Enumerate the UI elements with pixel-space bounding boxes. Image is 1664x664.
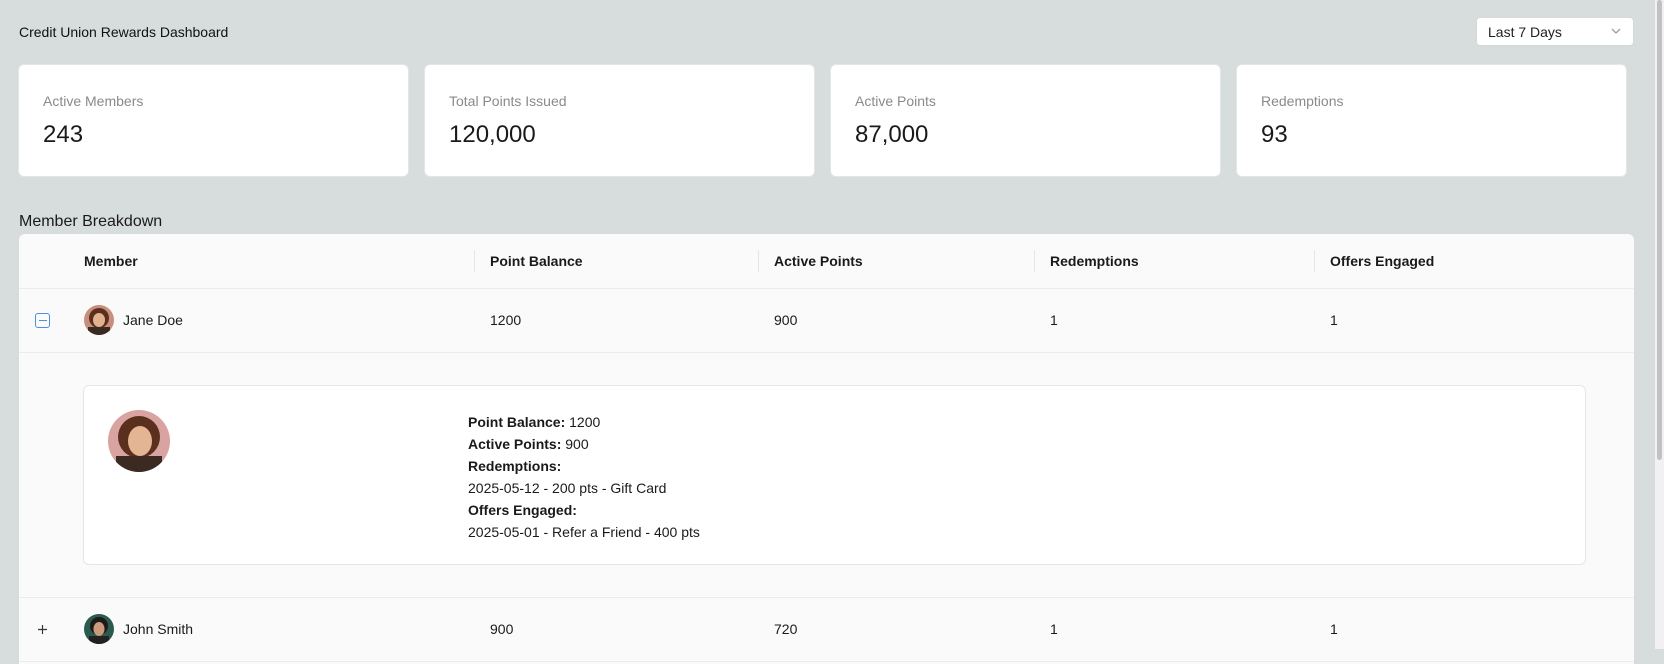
member-name: Jane Doe	[123, 312, 183, 328]
date-range-select[interactable]: Last 7 Days	[1476, 17, 1634, 46]
column-header-member[interactable]: Member	[84, 253, 138, 269]
member-breakdown-table: Member Point Balance Active Points Redem…	[19, 234, 1634, 664]
expand-row-button[interactable]	[35, 622, 50, 637]
point-balance-cell: 1200	[490, 312, 522, 328]
offers-engaged-cell: 1	[1330, 312, 1338, 328]
plus-icon	[38, 625, 47, 634]
kpi-card-redemptions: Redemptions 93	[1236, 64, 1627, 177]
avatar	[84, 305, 114, 335]
detail-label: Active Points:	[468, 436, 562, 452]
redemptions-cell: 1	[1050, 312, 1058, 328]
kpi-value: 243	[43, 121, 84, 148]
member-detail-text: Point Balance: 1200 Active Points: 900 R…	[468, 411, 700, 543]
page-scrollbar-thumb[interactable]	[1657, 0, 1662, 460]
expanded-row-details: Point Balance: 1200 Active Points: 900 R…	[19, 352, 1634, 598]
active-points-cell: 900	[774, 312, 798, 328]
avatar-large	[108, 410, 170, 472]
detail-label: Offers Engaged:	[468, 502, 577, 518]
section-title-member-breakdown: Member Breakdown	[19, 213, 163, 230]
column-header-offers-engaged[interactable]: Offers Engaged	[1330, 253, 1434, 269]
collapse-row-button[interactable]	[35, 313, 50, 328]
kpi-label: Total Points Issued	[449, 93, 567, 109]
column-divider	[1034, 250, 1035, 272]
kpi-label: Active Members	[43, 93, 144, 109]
table-header: Member Point Balance Active Points Redem…	[19, 234, 1634, 289]
table-row[interactable]: Jane Doe 1200 900 1 1	[19, 288, 1634, 353]
detail-label: Point Balance:	[468, 414, 566, 430]
column-header-point-balance[interactable]: Point Balance	[490, 253, 583, 269]
member-detail-card: Point Balance: 1200 Active Points: 900 R…	[83, 385, 1586, 565]
column-divider	[474, 250, 475, 272]
kpi-value: 120,000	[449, 121, 536, 148]
point-balance-cell: 900	[490, 621, 514, 637]
offers-engaged-cell: 1	[1330, 621, 1338, 637]
column-header-redemptions[interactable]: Redemptions	[1050, 253, 1139, 269]
kpi-label: Active Points	[855, 93, 936, 109]
kpi-label: Redemptions	[1261, 93, 1344, 109]
redemptions-cell: 1	[1050, 621, 1058, 637]
column-header-active-points[interactable]: Active Points	[774, 253, 863, 269]
redemption-item: 2025-05-12 - 200 pts - Gift Card	[468, 480, 667, 496]
detail-value: 1200	[569, 414, 601, 430]
member-name: John Smith	[123, 621, 194, 637]
avatar	[84, 614, 114, 644]
table-row[interactable]: John Smith 900 720 1 1	[19, 597, 1634, 662]
kpi-card-active-points: Active Points 87,000	[830, 64, 1221, 177]
column-divider	[1314, 250, 1315, 272]
kpi-card-total-points-issued: Total Points Issued 120,000	[424, 64, 815, 177]
kpi-value: 87,000	[855, 121, 929, 148]
chevron-down-icon	[1611, 28, 1621, 34]
detail-value: 900	[565, 436, 589, 452]
detail-label: Redemptions:	[468, 458, 562, 474]
kpi-card-active-members: Active Members 243	[18, 64, 409, 177]
offer-item: 2025-05-01 - Refer a Friend - 400 pts	[468, 524, 700, 540]
app-title: Credit Union Rewards Dashboard	[19, 24, 229, 40]
column-divider	[758, 250, 759, 272]
date-range-value: Last 7 Days	[1488, 23, 1562, 40]
active-points-cell: 720	[774, 621, 798, 637]
kpi-value: 93	[1261, 121, 1288, 148]
